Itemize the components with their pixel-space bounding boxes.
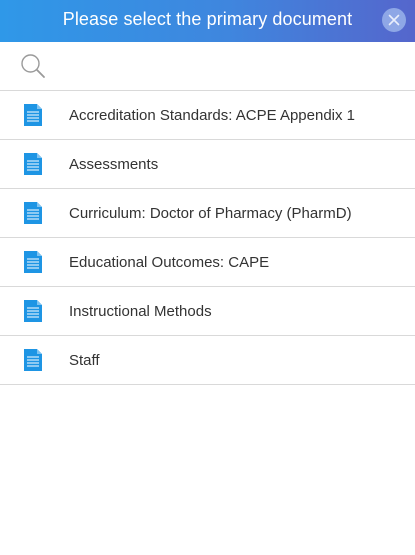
select-document-dialog: Please select the primary document Accre…: [0, 0, 415, 555]
document-item[interactable]: Educational Outcomes: CAPE: [0, 238, 415, 287]
document-item[interactable]: Curriculum: Doctor of Pharmacy (PharmD): [0, 189, 415, 238]
dialog-header: Please select the primary document: [0, 0, 415, 42]
document-item[interactable]: Accreditation Standards: ACPE Appendix 1: [0, 91, 415, 140]
document-icon: [24, 202, 42, 224]
document-icon: [24, 349, 42, 371]
document-item[interactable]: Instructional Methods: [0, 287, 415, 336]
document-label: Educational Outcomes: CAPE: [69, 253, 270, 271]
close-icon: [388, 14, 400, 26]
search-bar: [0, 42, 415, 91]
document-icon: [24, 300, 42, 322]
document-icon: [24, 104, 42, 126]
dialog-title: Please select the primary document: [62, 9, 353, 29]
document-item[interactable]: Assessments: [0, 140, 415, 189]
search-input[interactable]: [58, 50, 402, 82]
document-label: Curriculum: Doctor of Pharmacy (PharmD): [69, 204, 352, 222]
document-icon: [24, 153, 42, 175]
search-icon[interactable]: [20, 53, 46, 79]
document-item[interactable]: Staff: [0, 336, 415, 385]
document-icon: [24, 251, 42, 273]
document-label: Staff: [69, 351, 100, 369]
document-label: Accreditation Standards: ACPE Appendix 1: [69, 106, 356, 124]
document-list: Accreditation Standards: ACPE Appendix 1…: [0, 91, 415, 385]
document-label: Instructional Methods: [69, 302, 212, 320]
close-button[interactable]: [382, 8, 406, 32]
document-label: Assessments: [69, 155, 159, 173]
